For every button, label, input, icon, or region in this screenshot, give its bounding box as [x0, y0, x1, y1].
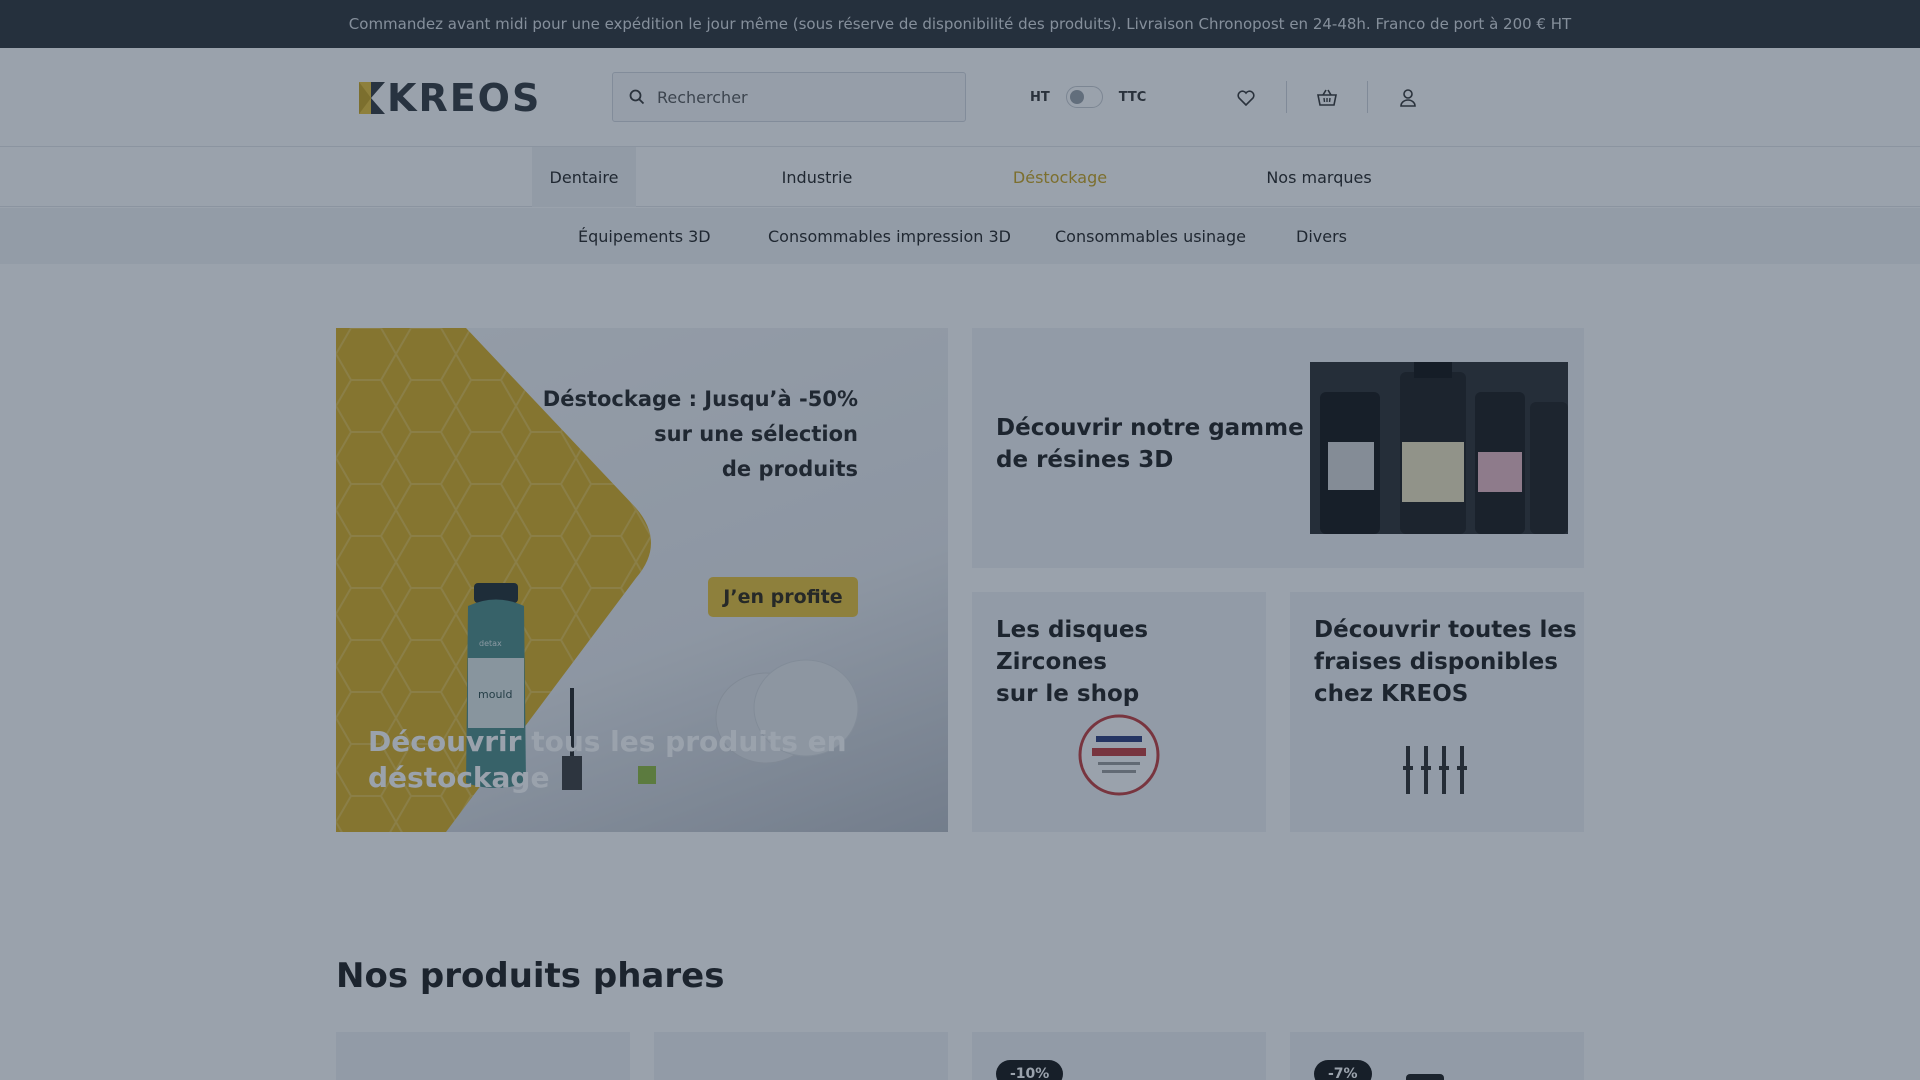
modal-backdrop[interactable]	[0, 0, 1920, 1080]
